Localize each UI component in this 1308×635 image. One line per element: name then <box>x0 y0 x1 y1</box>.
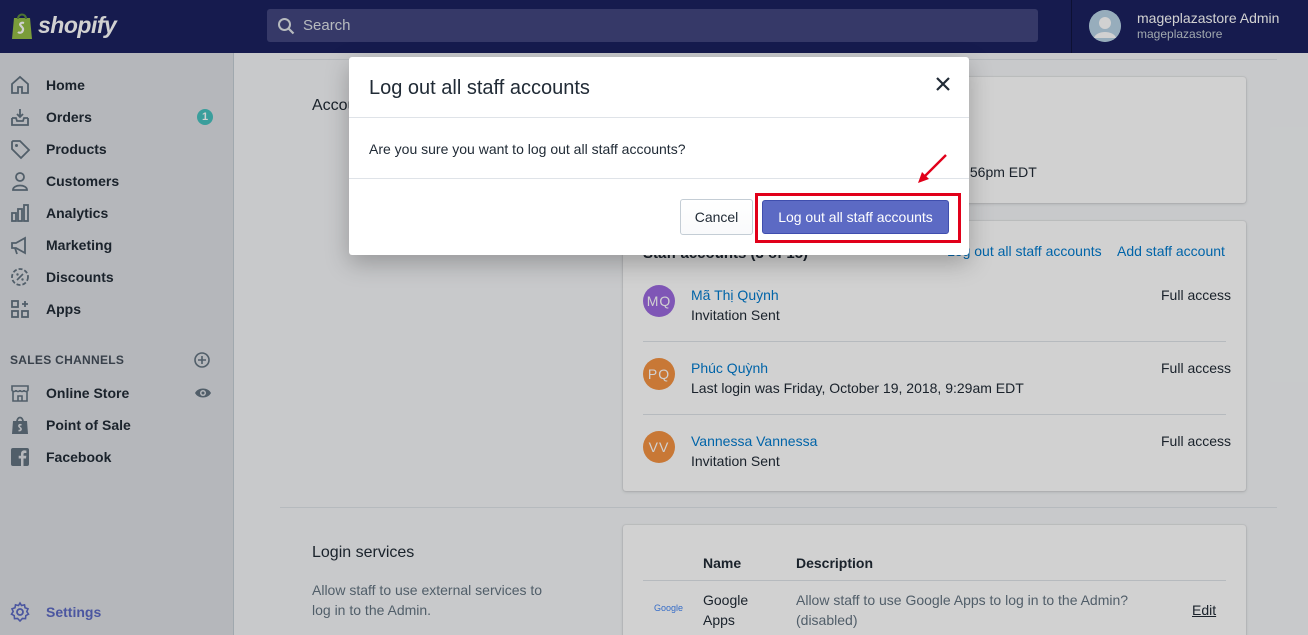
modal-message: Are you sure you want to log out all sta… <box>369 141 686 157</box>
modal-divider <box>349 117 969 118</box>
annotation-highlight-box <box>755 193 961 243</box>
modal-divider <box>349 178 969 179</box>
modal-title: Log out all staff accounts <box>369 77 590 99</box>
cancel-button[interactable]: Cancel <box>680 199 753 235</box>
close-icon[interactable] <box>932 73 954 95</box>
annotation-arrow-icon <box>918 154 947 183</box>
